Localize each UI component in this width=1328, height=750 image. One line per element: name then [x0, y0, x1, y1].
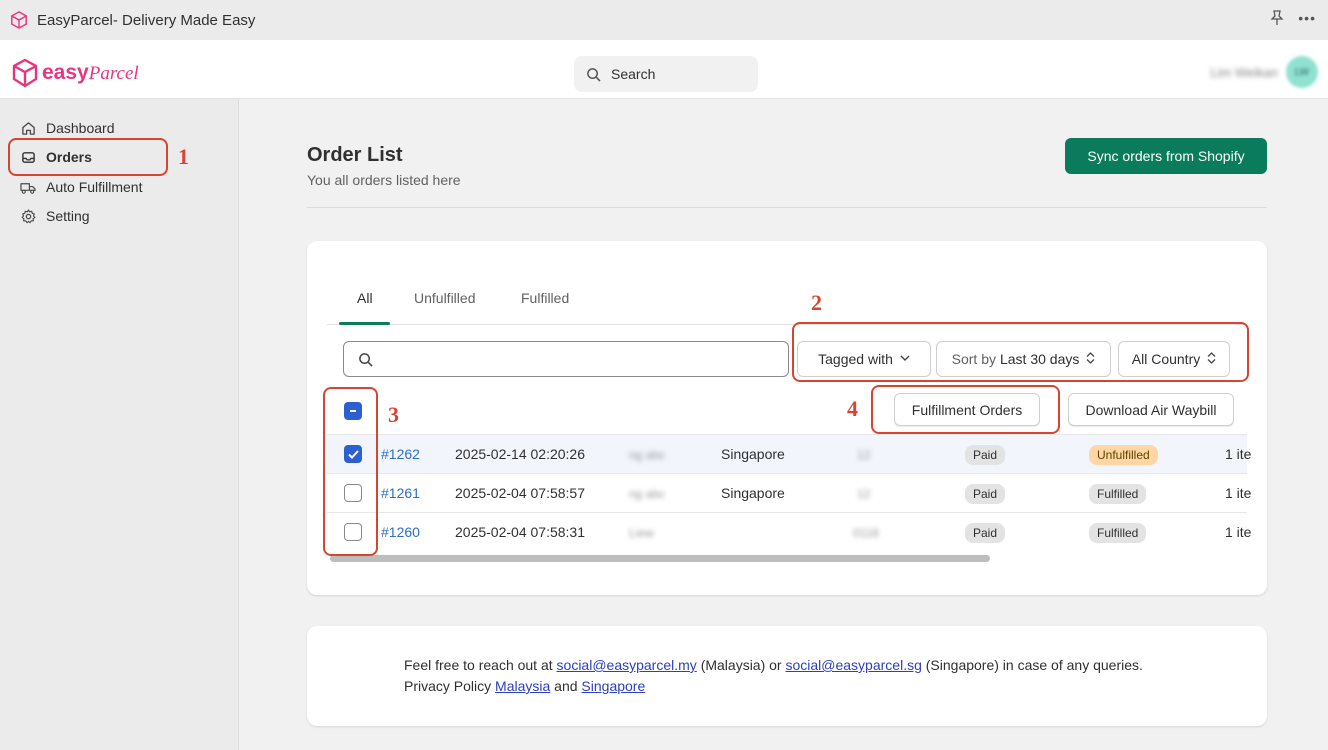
table-row[interactable]: #1261 2025-02-04 07:58:57 ng abc Singapo… [327, 473, 1251, 512]
sidebar-item-setting[interactable]: Setting [20, 206, 90, 226]
annotation-box-1 [8, 138, 168, 176]
customer-name: ng abc [629, 487, 666, 501]
more-options-icon[interactable]: ••• [1298, 10, 1316, 29]
fulfillment-status-badge: Fulfilled [1089, 484, 1147, 504]
order-code: 12 [857, 487, 871, 501]
tab-unfulfilled[interactable]: Unfulfilled [414, 290, 475, 306]
annotation-box-2 [792, 322, 1249, 382]
footer-text: Feel free to reach out at [404, 657, 553, 673]
payment-status-badge: Paid [965, 445, 1006, 465]
payment-status-badge: Paid [965, 523, 1006, 543]
pin-icon[interactable] [1270, 10, 1284, 29]
sidebar-item-auto-fulfillment[interactable]: Auto Fulfillment [20, 177, 142, 197]
order-date: 2025-02-14 02:20:26 [455, 446, 585, 462]
fulfillment-status-badge: Unfulfilled [1089, 445, 1158, 465]
order-tabs: All Unfulfilled Fulfilled [327, 285, 1247, 325]
order-link[interactable]: #1260 [381, 524, 420, 540]
table-row[interactable]: #1260 2025-02-04 07:58:31 Liew 0118 Paid… [327, 512, 1251, 551]
order-link[interactable]: #1261 [381, 485, 420, 501]
footer-text: (Singapore) in case of any queries. [925, 657, 1143, 673]
user-menu[interactable]: Lim Weikan LW [1210, 56, 1318, 88]
footer-contact-line: Feel free to reach out at social@easypar… [404, 657, 1143, 673]
order-date: 2025-02-04 07:58:57 [455, 485, 585, 501]
easyparcel-logo[interactable]: easyParcel [12, 58, 139, 88]
payment-status-badge: Paid [965, 484, 1006, 504]
order-date: 2025-02-04 07:58:31 [455, 524, 585, 540]
avatar[interactable]: LW [1286, 56, 1318, 88]
item-count: 1 ite [1225, 446, 1252, 462]
table-row[interactable]: #1262 2025-02-14 02:20:26 ng abc Singapo… [327, 434, 1251, 473]
page-subtitle: You all orders listed here [307, 172, 461, 188]
sidebar-item-label: Auto Fulfillment [46, 179, 143, 195]
horizontal-scrollbar[interactable] [330, 555, 990, 562]
order-country: Singapore [721, 446, 785, 462]
order-country: Singapore [721, 485, 785, 501]
item-count: 1 ite [1225, 485, 1252, 501]
search-bar[interactable]: Search [574, 56, 758, 92]
sync-orders-button[interactable]: Sync orders from Shopify [1065, 138, 1267, 174]
annotation-box-4 [871, 385, 1060, 434]
download-air-waybill-button[interactable]: Download Air Waybill [1068, 393, 1234, 426]
tab-fulfilled[interactable]: Fulfilled [521, 290, 569, 306]
customer-name: ng abc [629, 448, 666, 462]
customer-name: Liew [629, 526, 654, 540]
item-count: 1 ite [1225, 524, 1252, 540]
annotation-number-4: 4 [847, 396, 858, 421]
footer-text: (Malaysia) or [700, 657, 782, 673]
privacy-link-malaysia[interactable]: Malaysia [495, 678, 550, 694]
app-header: easyParcel Search Lim Weikan LW [0, 40, 1328, 99]
truck-icon [20, 179, 36, 195]
email-link-singapore[interactable]: social@easyparcel.sg [785, 657, 921, 673]
sidebar-item-dashboard[interactable]: Dashboard [20, 118, 115, 138]
app-box-icon [11, 11, 27, 29]
window-title: EasyParcel- Delivery Made Easy [37, 11, 256, 29]
footer-privacy-line: Privacy Policy Malaysia and Singapore [404, 678, 645, 694]
footer-text: Privacy Policy [404, 678, 492, 694]
annotation-number-1: 1 [178, 144, 189, 169]
search-icon [587, 67, 601, 82]
annotation-box-3 [323, 387, 378, 556]
footer-text: and [554, 678, 578, 694]
orders-card: All Unfulfilled Fulfilled Tagged with So… [307, 241, 1267, 595]
order-link[interactable]: #1262 [381, 446, 420, 462]
search-placeholder: Search [611, 66, 656, 82]
annotation-number-3: 3 [388, 402, 399, 427]
tab-all[interactable]: All [357, 290, 373, 306]
sidebar-item-label: Setting [46, 208, 90, 224]
email-link-malaysia[interactable]: social@easyparcel.my [557, 657, 697, 673]
footer-card: Feel free to reach out at social@easypar… [307, 626, 1267, 726]
header-divider [307, 207, 1267, 208]
sidebar-item-label: Dashboard [46, 120, 115, 136]
gear-icon [20, 208, 36, 224]
logo-box-icon [12, 58, 38, 88]
page-title: Order List [307, 144, 403, 166]
search-icon [359, 352, 373, 367]
logo-text: easyParcel [42, 61, 139, 84]
user-name: Lim Weikan [1210, 64, 1278, 80]
annotation-number-2: 2 [811, 290, 822, 315]
order-search-input[interactable] [343, 341, 789, 377]
active-tab-indicator [339, 322, 390, 325]
fulfillment-status-badge: Fulfilled [1089, 523, 1147, 543]
privacy-link-singapore[interactable]: Singapore [581, 678, 645, 694]
order-code: 12 [857, 448, 871, 462]
home-icon [20, 120, 36, 136]
window-titlebar: EasyParcel- Delivery Made Easy ••• [0, 0, 1328, 40]
order-code: 0118 [853, 526, 879, 540]
